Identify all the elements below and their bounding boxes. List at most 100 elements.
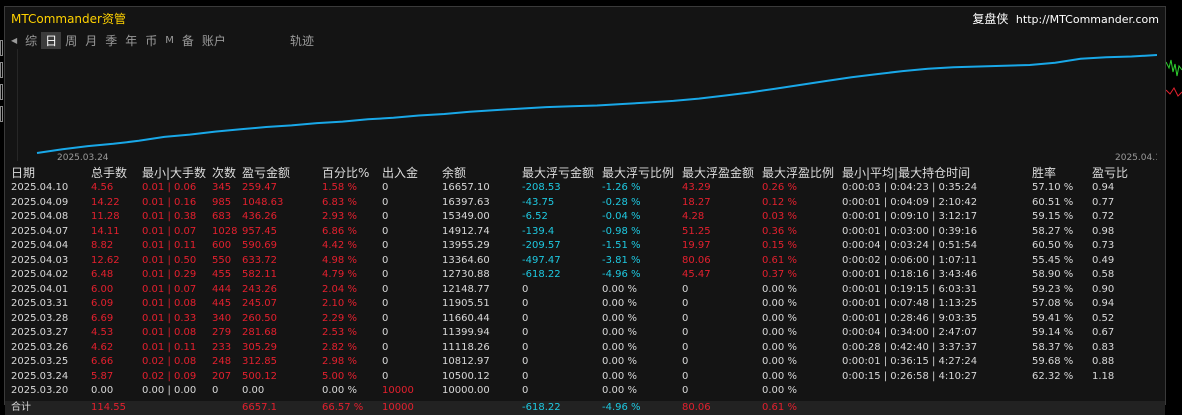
cell-mfpp: 0.36 % (762, 225, 797, 240)
cell-count: 444 (212, 283, 231, 298)
cell-date: 2025.04.03 (11, 254, 68, 269)
cell-bal: 10500.12 (442, 370, 490, 385)
cell-mfp: 0 (682, 312, 688, 327)
cell-hold: 0:00:28 | 0:42:40 | 3:37:37 (842, 341, 977, 356)
cell-mflp: 0.00 % (602, 312, 637, 327)
header-pct: 百分比% (322, 165, 369, 181)
tab-4[interactable]: 季 (101, 32, 121, 49)
tab-6[interactable]: 币 (141, 32, 161, 49)
website-link[interactable]: http://MTCommander.com (1016, 13, 1159, 26)
cell-hold: 0:00:01 | 0:09:10 | 3:12:17 (842, 210, 977, 225)
table-row[interactable]: 2025.04.0312.620.01 | 0.50550633.724.98 … (5, 254, 1165, 269)
cell-mfp: 80.06 (682, 254, 711, 269)
table-row[interactable]: 2025.04.104.560.01 | 0.06345259.471.58 %… (5, 181, 1165, 196)
cell-mfpp: 0.00 % (762, 283, 797, 298)
cell-bal: 11660.44 (442, 312, 490, 327)
tab-8[interactable]: 备 (178, 32, 198, 49)
table-row[interactable]: 2025.03.286.690.01 | 0.33340260.502.29 %… (5, 312, 1165, 327)
tab-1[interactable]: 日 (41, 32, 61, 49)
tab-10[interactable]: 轨迹 (286, 32, 318, 49)
cell-total: 4.53 (91, 326, 113, 341)
tab-5[interactable]: 年 (121, 32, 141, 49)
strip-mark (0, 106, 3, 122)
header-count: 次数 (212, 165, 236, 181)
cell-bal: 13364.60 (442, 254, 490, 269)
tab-3[interactable]: 月 (81, 32, 101, 49)
cell-total: 6.69 (91, 312, 113, 327)
total-io: 10000 (382, 401, 414, 415)
cell-io: 0 (382, 268, 388, 283)
table-row[interactable]: 2025.03.264.620.01 | 0.11233305.292.82 %… (5, 341, 1165, 356)
cell-pct: 4.98 % (322, 254, 357, 269)
cell-mfp: 0 (682, 326, 688, 341)
cell-hold: 0:00:01 | 0:04:09 | 2:10:42 (842, 196, 977, 211)
cell-mfp: 0 (682, 283, 688, 298)
cell-mflp: 0.00 % (602, 341, 637, 356)
cell-hold: 0:00:04 | 0:03:24 | 0:51:54 (842, 239, 977, 254)
cell-win: 59.15 % (1032, 210, 1073, 225)
table-row[interactable]: 2025.03.256.660.02 | 0.08248312.852.98 %… (5, 355, 1165, 370)
table-row[interactable]: 2025.04.0714.110.01 | 0.071028957.456.86… (5, 225, 1165, 240)
table-row[interactable]: 2025.04.0914.220.01 | 0.169851048.636.83… (5, 196, 1165, 211)
report-panel: MTCommander资管 复盘侠 http://MTCommander.com… (4, 6, 1166, 405)
table-row[interactable]: 2025.04.026.480.01 | 0.29455582.114.79 %… (5, 268, 1165, 283)
cell-mfp: 43.29 (682, 181, 711, 196)
cell-mfpp: 0.15 % (762, 239, 797, 254)
cell-mfp: 18.27 (682, 196, 711, 211)
cell-pl: 305.29 (242, 341, 277, 356)
cell-count: 445 (212, 297, 231, 312)
cell-win: 59.68 % (1032, 355, 1073, 370)
cell-mfpp: 0.03 % (762, 210, 797, 225)
cell-pct: 4.42 % (322, 239, 357, 254)
cell-total: 6.48 (91, 268, 113, 283)
cell-bal: 12730.88 (442, 268, 490, 283)
cell-mfpp: 0.00 % (762, 326, 797, 341)
table-row[interactable]: 2025.04.0811.280.01 | 0.38683436.262.93 … (5, 210, 1165, 225)
cell-pct: 2.98 % (322, 355, 357, 370)
table-row[interactable]: 2025.04.016.000.01 | 0.07444243.262.04 %… (5, 283, 1165, 298)
cell-pl: 957.45 (242, 225, 277, 240)
cell-minmax: 0.02 | 0.08 (142, 355, 196, 370)
cell-io: 0 (382, 326, 388, 341)
header-right: 复盘侠 http://MTCommander.com (972, 10, 1159, 27)
cell-mfpp: 0.00 % (762, 312, 797, 327)
cell-mflp: 0.00 % (602, 297, 637, 312)
total-pl: 6657.1 (242, 401, 277, 415)
cell-mfpp: 0.12 % (762, 196, 797, 211)
table-row[interactable]: 2025.03.245.870.02 | 0.09207500.125.00 %… (5, 370, 1165, 385)
cell-mfl: -618.22 (522, 268, 561, 283)
period-tabs: ◀ 综日周月季年币M备账户轨迹 (11, 31, 318, 49)
header-hold: 最小|平均|最大持仓时间 (842, 165, 970, 181)
cell-mflp: -4.96 % (602, 268, 641, 283)
table-row[interactable]: 2025.03.200.000.00 | 0.0000.000.00 %1000… (5, 384, 1165, 399)
cell-win: 60.50 % (1032, 239, 1073, 254)
cell-pct: 2.93 % (322, 210, 357, 225)
cell-count: 455 (212, 268, 231, 283)
cell-win: 59.41 % (1032, 312, 1073, 327)
cell-date: 2025.03.31 (11, 297, 68, 312)
cell-mflp: 0.00 % (602, 326, 637, 341)
cell-bal: 16657.10 (442, 181, 490, 196)
tab-7[interactable]: M (161, 35, 178, 46)
repay-label[interactable]: 复盘侠 (972, 12, 1008, 26)
header-plr: 盈亏比 (1092, 165, 1128, 181)
tab-2[interactable]: 周 (61, 32, 81, 49)
cell-minmax: 0.01 | 0.11 (142, 239, 196, 254)
cell-total: 8.82 (91, 239, 113, 254)
tab-0[interactable]: 综 (21, 32, 41, 49)
cell-bal: 11118.26 (442, 341, 490, 356)
cell-win: 58.37 % (1032, 341, 1073, 356)
table-row[interactable]: 2025.04.048.820.01 | 0.11600590.694.42 %… (5, 239, 1165, 254)
cell-total: 4.62 (91, 341, 113, 356)
tab-9[interactable]: 账户 (198, 32, 230, 49)
app-title: MTCommander资管 (11, 10, 126, 27)
cell-total: 6.09 (91, 297, 113, 312)
header-mflp: 最大浮亏比例 (602, 165, 674, 181)
cell-mfl: -209.57 (522, 239, 561, 254)
strip-mark (0, 84, 3, 100)
cell-bal: 15349.00 (442, 210, 490, 225)
cell-date: 2025.04.09 (11, 196, 68, 211)
cell-mflp: -0.28 % (602, 196, 641, 211)
table-row[interactable]: 2025.03.274.530.01 | 0.08279281.682.53 %… (5, 326, 1165, 341)
table-row[interactable]: 2025.03.316.090.01 | 0.08445245.072.10 %… (5, 297, 1165, 312)
